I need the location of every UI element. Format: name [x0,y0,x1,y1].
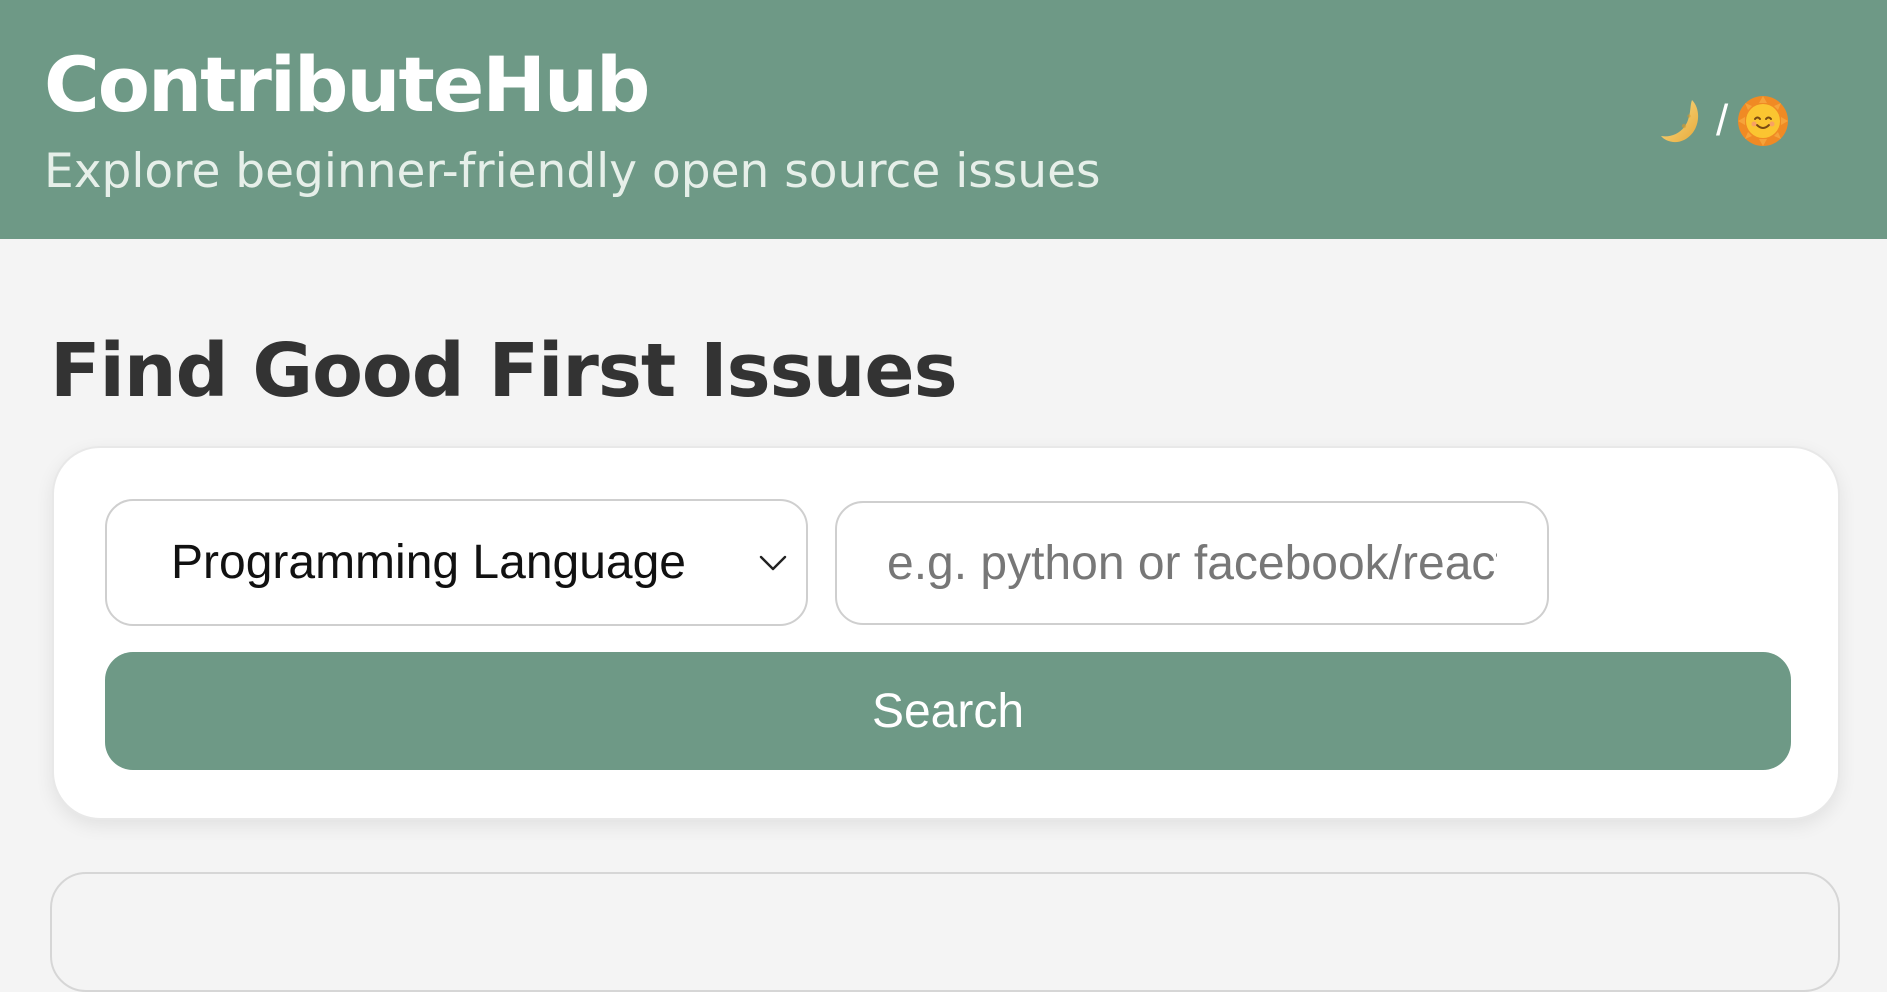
filter-type-select[interactable]: Programming Language [105,499,808,626]
search-button[interactable]: Search [105,652,1791,770]
moon-icon [1658,96,1708,146]
theme-toggle-separator: / [1716,96,1729,145]
app-title: ContributeHub [44,40,650,129]
results-panel [50,872,1840,992]
theme-toggle-button[interactable]: / [1658,94,1790,148]
app-header: ContributeHub Explore beginner-friendly … [0,0,1887,239]
app-subtitle: Explore beginner-friendly open source is… [44,144,1101,199]
section-title: Find Good First Issues [50,328,958,414]
chevron-down-icon [758,553,788,573]
search-query-input[interactable] [835,501,1549,625]
sun-icon [1736,94,1790,148]
filter-type-select-value: Programming Language [171,536,686,589]
search-card: Programming Language Search [52,446,1840,820]
